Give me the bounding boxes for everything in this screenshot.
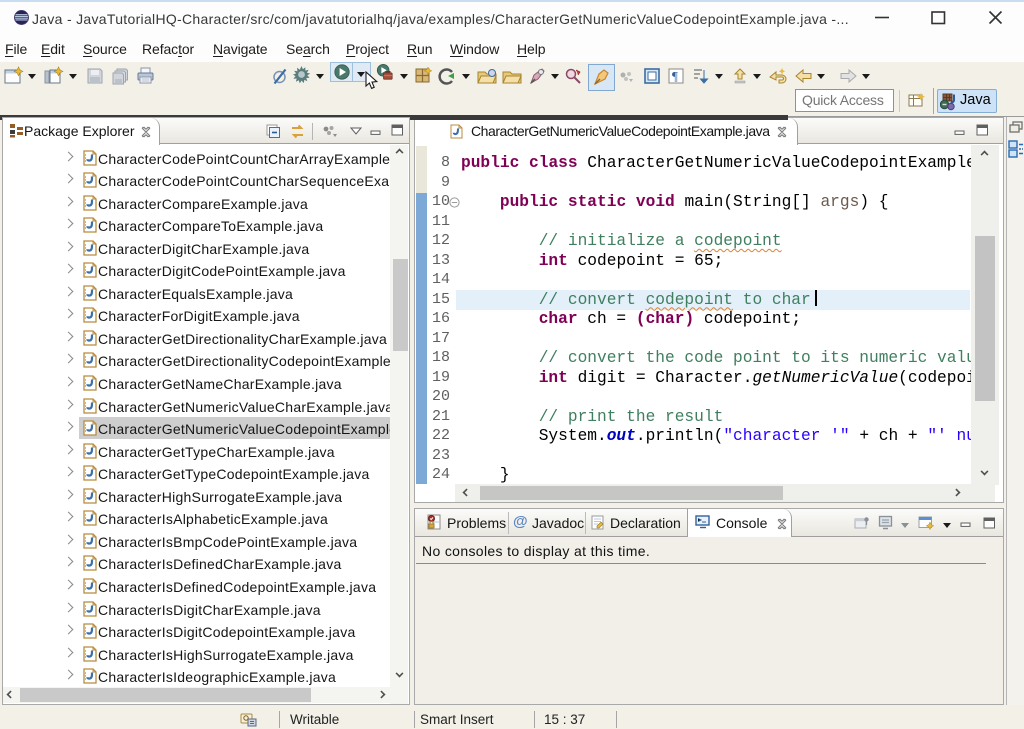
svg-text:¶: ¶ [672, 69, 678, 84]
